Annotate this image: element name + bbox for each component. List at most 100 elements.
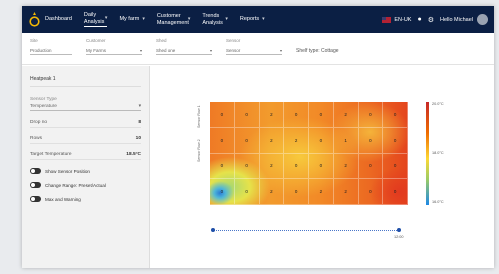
- chevron-down-icon: ▾: [225, 16, 228, 23]
- heatmap-cell[interactable]: 2: [309, 179, 334, 205]
- target-temperature-label: Target Temperature: [30, 152, 72, 157]
- heatmap-cell[interactable]: 0: [210, 102, 235, 128]
- filter-shed[interactable]: Shed Shed one ▾: [156, 38, 212, 55]
- heatmap-cell[interactable]: 0: [284, 179, 309, 205]
- filter-customer-value: My Farms: [86, 48, 106, 53]
- app-logo-icon[interactable]: [28, 12, 40, 28]
- heatmap-cell[interactable]: 0: [284, 153, 309, 180]
- chevron-down-icon: ▾: [142, 16, 145, 23]
- heatmap-grid: 00200200002201000020020000202200: [210, 102, 408, 205]
- colorbar-label-max: 20.0°C: [432, 102, 444, 106]
- toggle-label: Max and Warning: [45, 196, 81, 202]
- heatmap-cell[interactable]: 0: [358, 179, 384, 205]
- toggle-switch[interactable]: [30, 182, 41, 188]
- heatmap-cell[interactable]: 0: [358, 127, 384, 154]
- toggle-switch[interactable]: [30, 196, 41, 202]
- heatmap-row-label: Sensor Row 2: [197, 139, 201, 163]
- time-slider-start-handle[interactable]: [211, 228, 215, 232]
- toggle-label: Show Sensor Position: [45, 168, 90, 174]
- chevron-down-icon: ▾: [279, 48, 282, 53]
- chevron-down-icon: ▾: [187, 16, 191, 23]
- toggle-change-range[interactable]: Change Range: Preset/Actual: [30, 182, 141, 188]
- nav-daily-analysis-label: Daily Analysis: [83, 12, 105, 25]
- heatmap-cell[interactable]: 0: [210, 127, 235, 154]
- colorbar: [426, 102, 429, 205]
- filter-bar: Site Production Customer My Farms ▾ Shed …: [22, 33, 494, 65]
- app-window: Dashboard Daily Analysis ▾ My farm ▾ Custo…: [22, 6, 494, 268]
- filter-shed-label: Shed: [156, 38, 167, 43]
- heatmap-cell[interactable]: 0: [358, 153, 384, 180]
- nav-reports-label: Reports: [239, 16, 260, 23]
- filter-site-value: Production: [30, 48, 52, 53]
- heatmap-cell[interactable]: 2: [259, 179, 285, 205]
- nav-dashboard[interactable]: Dashboard: [45, 16, 72, 23]
- nav-my-farm-label: My farm: [119, 16, 140, 23]
- language-selector[interactable]: EN-UK: [394, 17, 411, 23]
- avatar[interactable]: [477, 14, 488, 25]
- nav-customer-management-label: Customer Management: [156, 13, 189, 26]
- filter-sensor-value: Sensor: [226, 48, 241, 53]
- filter-site[interactable]: Site Production: [30, 38, 72, 55]
- sensor-type-field[interactable]: Sensor Type Temperature ▾: [30, 97, 141, 111]
- target-temperature-value: 18.5°C: [126, 152, 141, 157]
- nav-dashboard-label: Dashboard: [45, 16, 72, 23]
- heatmap-cell[interactable]: 0: [309, 127, 334, 154]
- heatmap-cell[interactable]: 0: [210, 153, 235, 180]
- heatmap-cell[interactable]: 2: [284, 127, 309, 154]
- sensor-type-value: Temperature: [30, 104, 57, 109]
- heatmap-cell[interactable]: 0: [309, 102, 334, 128]
- heatmap-cell[interactable]: 0: [383, 179, 408, 205]
- heatmap-cell[interactable]: 2: [333, 102, 359, 128]
- heatmap-cell[interactable]: 0: [234, 127, 260, 154]
- heatmap-cell[interactable]: 1: [333, 127, 359, 154]
- rows-label: Rows: [30, 136, 42, 141]
- nav-daily-analysis[interactable]: Daily Analysis ▾: [83, 12, 108, 27]
- heatmap-cell[interactable]: 0: [358, 102, 384, 128]
- filter-sensor[interactable]: Sensor Sensor ▾: [226, 38, 282, 55]
- heatmap-row-label: Sensor Row 1: [197, 105, 201, 129]
- heatmap-cell[interactable]: 0: [234, 179, 260, 205]
- heatmap-cell[interactable]: 2: [333, 179, 359, 205]
- nav-trends-analysis[interactable]: Trends Analysis ▾: [202, 13, 228, 26]
- temperature-heatmap[interactable]: 00200200002201000020020000202200: [210, 102, 408, 205]
- heatmap-cell[interactable]: 0: [383, 102, 408, 128]
- nav-trends-analysis-label: Trends Analysis: [202, 13, 223, 26]
- toggle-max-and-warning[interactable]: Max and Warning: [30, 196, 141, 202]
- heatmap-cell[interactable]: 2: [259, 127, 285, 154]
- settings-icon[interactable]: ⚙: [428, 16, 434, 24]
- heatmap-cell[interactable]: 2: [259, 153, 285, 180]
- time-slider-end-handle[interactable]: [397, 228, 401, 232]
- bell-icon[interactable]: ●: [417, 16, 421, 23]
- heatmap-cell[interactable]: 2: [259, 102, 285, 128]
- panel-title: Heatpeak 1: [30, 76, 141, 87]
- sensor-type-label: Sensor Type: [30, 97, 57, 102]
- target-temperature-row: Target Temperature 18.5°C: [30, 152, 141, 160]
- heatmap-cell[interactable]: 2: [333, 153, 359, 180]
- time-slider-track[interactable]: [213, 230, 399, 232]
- drop-no-value: 8: [138, 120, 141, 125]
- heatmap-cell[interactable]: 0: [234, 102, 260, 128]
- content-area: Heatpeak 1 Sensor Type Temperature ▾ Drop…: [22, 66, 494, 268]
- toggle-label: Change Range: Preset/Actual: [45, 182, 106, 188]
- heatmap-cell[interactable]: 0: [210, 179, 235, 205]
- heatmap-settings-panel: Heatpeak 1 Sensor Type Temperature ▾ Drop…: [22, 66, 150, 268]
- filter-customer[interactable]: Customer My Farms ▾: [86, 38, 142, 55]
- heatmap-cell[interactable]: 0: [284, 102, 309, 128]
- drop-no-row: Drop no 8: [30, 120, 141, 128]
- heatmap-cell[interactable]: 0: [383, 127, 408, 154]
- user-name: Hello Michael: [439, 16, 473, 23]
- flag-icon[interactable]: [382, 16, 392, 23]
- nav-reports[interactable]: Reports ▾: [240, 16, 265, 23]
- user-menu[interactable]: Hello Michael: [440, 14, 488, 25]
- rows-value: 10: [135, 136, 141, 141]
- toggle-switch[interactable]: [30, 168, 41, 174]
- nav-my-farm[interactable]: My farm ▾: [119, 16, 144, 23]
- heatmap-cell[interactable]: 0: [234, 153, 260, 180]
- nav-customer-management[interactable]: Customer Management ▾: [157, 13, 191, 26]
- heatmap-cell[interactable]: 0: [383, 153, 408, 180]
- filter-shed-value: Shed one: [156, 48, 176, 53]
- filter-sensor-label: Sensor: [226, 38, 241, 43]
- heatmap-cell[interactable]: 0: [309, 153, 334, 180]
- toggle-show-sensor-position[interactable]: Show Sensor Position: [30, 168, 141, 174]
- shelf-type-text: Shelf type: Cottage: [296, 48, 339, 54]
